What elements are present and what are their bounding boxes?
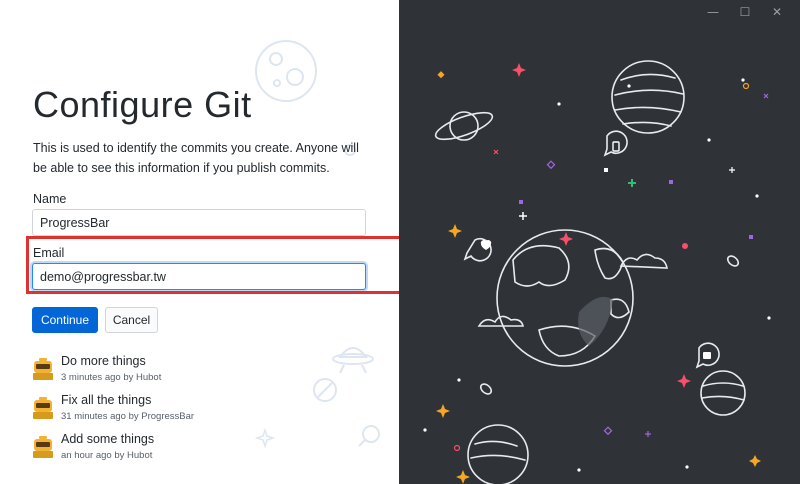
email-highlight-box (26, 236, 442, 294)
hubot-avatar-icon (33, 436, 53, 458)
commit-meta: 31 minutes ago by ProgressBar (61, 411, 195, 422)
sparkle-doodle-icon (255, 428, 275, 448)
space-illustration (423, 60, 771, 484)
page-description: This is used to identify the commits you… (33, 141, 359, 175)
hubot-avatar-icon (33, 358, 53, 380)
cancel-button[interactable]: Cancel (105, 307, 158, 333)
commit-item: Fix all the things 31 minutes ago by Pro… (33, 393, 253, 425)
commit-meta: 3 minutes ago by Hubot (61, 372, 162, 383)
commit-item: Do more things 3 minutes ago by Hubot (33, 354, 253, 386)
commit-summary: Add some things (61, 432, 155, 446)
ufo-doodle-icon (332, 347, 374, 374)
moon-illustration (255, 40, 317, 102)
commit-summary: Do more things (61, 354, 146, 368)
commit-item: Add some things an hour ago by Hubot (33, 432, 253, 464)
commit-meta: an hour ago by Hubot (61, 450, 153, 461)
name-label: Name (33, 192, 67, 206)
hubot-avatar-icon (33, 397, 53, 419)
continue-button[interactable]: Continue (32, 307, 98, 333)
comet-doodle-icon (358, 425, 380, 447)
rocket-doodle-icon (313, 378, 337, 402)
space-illustration-panel: — ☐ ✕ (399, 0, 800, 484)
page-title: Configure Git (33, 84, 252, 125)
commit-summary: Fix all the things (61, 393, 152, 407)
name-input[interactable] (32, 209, 366, 236)
